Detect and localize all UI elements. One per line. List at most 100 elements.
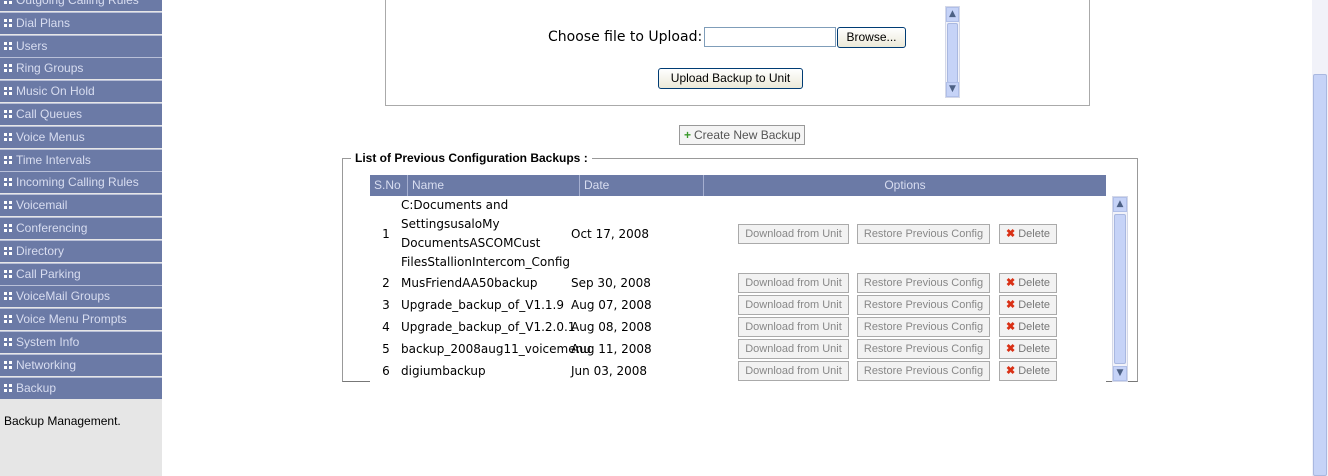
restore-previous-config-button[interactable]: Restore Previous Config (857, 361, 990, 381)
page-scrollbar[interactable] (1312, 0, 1328, 476)
row-date: Aug 08, 2008 (571, 320, 652, 334)
column-name: Name (408, 175, 580, 196)
nav-separator (0, 308, 162, 309)
scroll-down-icon[interactable]: ▼ (946, 82, 959, 97)
row-name: MusFriendAA50backup (401, 273, 579, 293)
nav-separator (0, 103, 162, 104)
create-new-backup-button[interactable]: + Create New Backup (679, 125, 805, 145)
grid-icon (4, 64, 13, 72)
delete-button[interactable]: ✖ Delete (999, 361, 1057, 381)
delete-label: Delete (1018, 299, 1050, 311)
table-row: 1 C:Documents and SettingsusaloMy Documents… (370, 196, 1106, 272)
upload-panel (385, 0, 1090, 106)
sidebar-item-label: Ring Groups (16, 61, 84, 75)
restore-previous-config-button[interactable]: Restore Previous Config (857, 273, 990, 293)
row-sno: 1 (382, 227, 390, 241)
scrollbar-thumb[interactable] (1114, 214, 1126, 364)
nav-separator (0, 57, 162, 58)
row-name-line: backup_2008aug11_voicemenu (401, 342, 591, 356)
sidebar-item-conferencing[interactable]: Conferencing (0, 217, 162, 239)
sidebar-item-label: Dial Plans (16, 16, 71, 30)
nav-separator (0, 377, 162, 378)
delete-button[interactable]: ✖ Delete (999, 295, 1057, 315)
download-from-unit-button[interactable]: Download from Unit (738, 224, 849, 244)
download-from-unit-button[interactable]: Download from Unit (738, 361, 849, 381)
grid-icon (4, 0, 13, 4)
sidebar-item-label: System Info (16, 335, 80, 349)
row-name-line: SettingsusaloMy (401, 217, 500, 231)
sidebar-item-backup[interactable]: Backup (0, 377, 162, 399)
nav-separator (0, 126, 162, 127)
sidebar-item-dial-plans[interactable]: Dial Plans (0, 12, 162, 34)
row-name: C:Documents and SettingsusaloMy DocumentsA… (401, 196, 579, 272)
sidebar-item-networking[interactable]: Networking (0, 354, 162, 376)
sidebar-item-system-info[interactable]: System Info (0, 331, 162, 353)
sidebar-item-label: Directory (16, 244, 65, 258)
row-name-line: C:Documents and (401, 198, 509, 212)
download-from-unit-button[interactable]: Download from Unit (738, 295, 849, 315)
delete-x-icon: ✖ (1005, 343, 1016, 355)
grid-icon (4, 42, 13, 50)
grid-icon (4, 201, 13, 209)
column-date: Date (580, 175, 704, 196)
restore-previous-config-button[interactable]: Restore Previous Config (857, 295, 990, 315)
nav-separator (0, 354, 162, 355)
delete-label: Delete (1018, 365, 1050, 377)
sidebar-item-voice-menus[interactable]: Voice Menus (0, 126, 162, 148)
grid-icon (4, 270, 13, 278)
restore-previous-config-button[interactable]: Restore Previous Config (857, 317, 990, 337)
table-row: 2 MusFriendAA50backup Sep 30, 2008 Download… (370, 272, 1106, 294)
sidebar-item-label: Voice Menus (16, 130, 85, 144)
upload-panel-scrollbar[interactable]: ▲ ▼ (945, 6, 960, 98)
row-name-line: Upgrade_backup_of_V1.2.0.1 (401, 320, 576, 334)
browse-button[interactable]: Browse... (837, 27, 906, 48)
page-scrollbar-thumb[interactable] (1313, 74, 1327, 476)
sidebar-item-call-parking[interactable]: Call Parking (0, 263, 162, 285)
sidebar-item-call-queues[interactable]: Call Queues (0, 103, 162, 125)
scroll-up-icon[interactable]: ▲ (946, 7, 959, 22)
sidebar-item-label: Incoming Calling Rules (16, 175, 139, 189)
delete-x-icon: ✖ (1005, 365, 1016, 377)
row-name-line: Upgrade_backup_of_V1.1.9 (401, 298, 564, 312)
sidebar-item-time-intervals[interactable]: Time Intervals (0, 149, 162, 171)
delete-label: Delete (1018, 343, 1050, 355)
sidebar-item-directory[interactable]: Directory (0, 240, 162, 262)
backups-scrollbar[interactable]: ▲ ▼ (1112, 196, 1128, 382)
row-name: Upgrade_backup_of_V1.1.9 (401, 295, 579, 315)
delete-button[interactable]: ✖ Delete (999, 317, 1057, 337)
delete-label: Delete (1018, 228, 1050, 240)
grid-icon (4, 156, 13, 164)
table-row: 4 Upgrade_backup_of_V1.2.0.1 Aug 08, 2008 D… (370, 316, 1106, 338)
nav-separator (0, 12, 162, 13)
download-from-unit-button[interactable]: Download from Unit (738, 273, 849, 293)
grid-icon (4, 247, 13, 255)
sidebar-item-voicemail-groups[interactable]: VoiceMail Groups (0, 285, 162, 307)
scroll-down-icon[interactable]: ▼ (1113, 366, 1127, 381)
delete-button[interactable]: ✖ Delete (999, 224, 1057, 244)
sidebar-item-outgoing-calling-rules[interactable]: Outgoing Calling Rules (0, 0, 162, 11)
row-sno: 5 (382, 342, 390, 356)
sidebar-item-voicemail[interactable]: Voicemail (0, 194, 162, 216)
sidebar-item-music-on-hold[interactable]: Music On Hold (0, 80, 162, 102)
row-name-line: digiumbackup (401, 364, 486, 378)
restore-previous-config-button[interactable]: Restore Previous Config (857, 339, 990, 359)
delete-button[interactable]: ✖ Delete (999, 339, 1057, 359)
sidebar-item-incoming-calling-rules[interactable]: Incoming Calling Rules (0, 171, 162, 193)
sidebar-item-users[interactable]: Users (0, 35, 162, 57)
sidebar-item-label: Users (16, 39, 48, 53)
scroll-up-icon[interactable]: ▲ (1113, 197, 1127, 212)
sidebar-item-voice-menu-prompts[interactable]: Voice Menu Prompts (0, 308, 162, 330)
nav-separator (0, 240, 162, 241)
download-from-unit-button[interactable]: Download from Unit (738, 317, 849, 337)
sidebar-item-ring-groups[interactable]: Ring Groups (0, 57, 162, 79)
upload-file-input[interactable] (704, 27, 836, 47)
backups-legend: List of Previous Configuration Backups : (351, 151, 592, 165)
upload-backup-button[interactable]: Upload Backup to Unit (658, 68, 803, 89)
delete-x-icon: ✖ (1005, 299, 1016, 311)
delete-button[interactable]: ✖ Delete (999, 273, 1057, 293)
nav-separator (0, 263, 162, 264)
download-from-unit-button[interactable]: Download from Unit (738, 339, 849, 359)
restore-previous-config-button[interactable]: Restore Previous Config (857, 224, 990, 244)
scrollbar-thumb[interactable] (947, 23, 958, 83)
table-row: 5 backup_2008aug11_voicemenu Aug 11, 2008 D… (370, 338, 1106, 360)
